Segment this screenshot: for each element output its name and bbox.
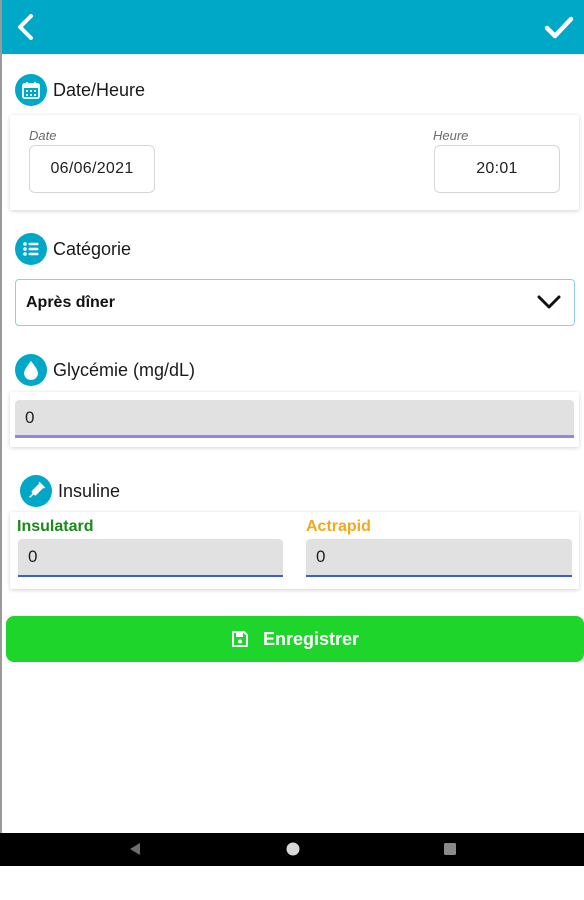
insulin-title: Insuline — [58, 480, 121, 501]
nav-back-icon[interactable] — [127, 841, 143, 862]
glycemia-title: Glycémie (mg/dL) — [53, 359, 196, 380]
glycemia-section-header: Glycémie (mg/dL) — [15, 354, 195, 386]
nav-home-icon[interactable] — [285, 841, 301, 862]
save-button[interactable]: Enregistrer — [6, 616, 584, 662]
date-field[interactable]: 06/06/2021 — [29, 145, 155, 193]
check-icon[interactable] — [544, 14, 574, 42]
actrapid-input[interactable]: 0 — [306, 539, 572, 577]
insulin-section-header: Insuline — [20, 475, 120, 507]
time-label: Heure — [433, 128, 469, 143]
insulin-card: Insulatard 0 Actrapid 0 — [10, 512, 579, 589]
date-label: Date — [29, 128, 57, 143]
datetime-section-header: Date/Heure — [15, 74, 145, 106]
category-select[interactable]: Après dîner — [15, 279, 575, 326]
insulatard-input[interactable]: 0 — [18, 539, 283, 577]
nav-recents-icon[interactable] — [442, 841, 458, 862]
category-section-header: Catégorie — [15, 233, 131, 265]
datetime-title: Date/Heure — [53, 79, 146, 100]
calendar-icon — [15, 74, 47, 106]
insulatard-label: Insulatard — [17, 518, 94, 535]
drop-icon — [15, 354, 47, 386]
top-app-bar — [2, 0, 584, 54]
category-title: Catégorie — [53, 238, 132, 259]
system-navigation-bar — [0, 833, 584, 866]
actrapid-label: Actrapid — [306, 518, 371, 535]
time-field[interactable]: 20:01 — [434, 145, 560, 193]
chevron-down-icon[interactable] — [536, 293, 562, 316]
app-screen: Date/Heure Date 06/06/2021 Heure 20:01 C… — [0, 0, 584, 833]
category-selected-value: Après dîner — [26, 293, 115, 311]
glycemia-card: 0 — [10, 392, 579, 447]
list-icon — [15, 233, 47, 265]
back-arrow-icon[interactable] — [12, 12, 42, 42]
save-label: Enregistrer — [262, 628, 360, 649]
save-icon — [231, 630, 249, 648]
datetime-card: Date 06/06/2021 Heure 20:01 — [10, 115, 579, 210]
syringe-icon — [20, 475, 52, 507]
glycemia-input[interactable]: 0 — [15, 400, 574, 438]
